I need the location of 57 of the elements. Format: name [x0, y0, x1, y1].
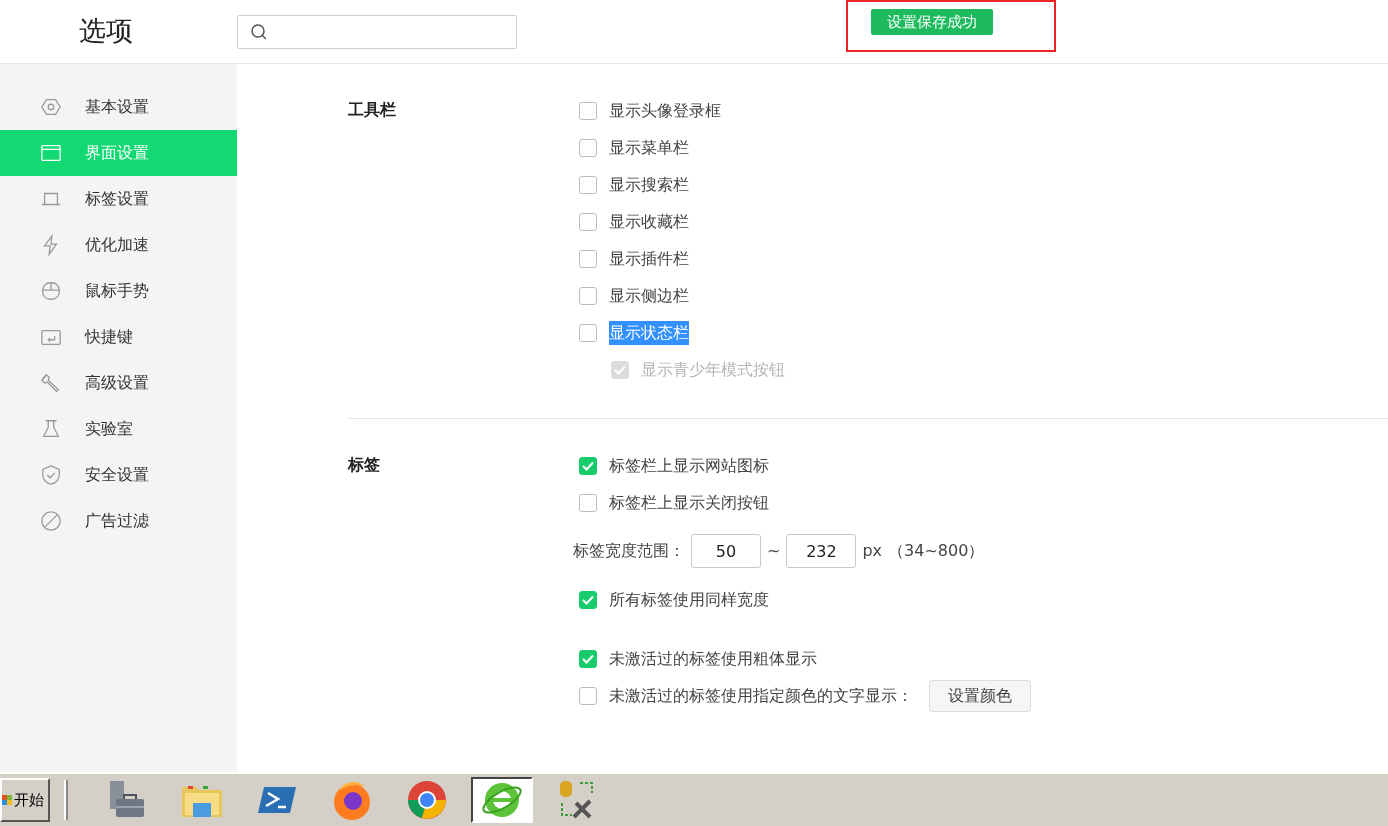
- hexagon-icon: [40, 96, 62, 118]
- sidebar-item[interactable]: 实验室: [0, 406, 237, 452]
- search-icon: [250, 22, 268, 41]
- mouse-icon: [40, 280, 62, 302]
- start-button[interactable]: 开始: [0, 778, 50, 822]
- option-label: 显示状态栏: [609, 320, 689, 345]
- shield-icon: [40, 464, 62, 486]
- sidebar-item[interactable]: 广告过滤: [0, 498, 237, 544]
- checkbox[interactable]: [579, 138, 597, 157]
- min-width-field[interactable]: 50: [691, 534, 761, 568]
- window-title: 选项: [79, 14, 134, 49]
- sidebar-item[interactable]: 标签设置: [0, 176, 237, 222]
- checkbox[interactable]: [579, 249, 597, 268]
- max-width-field[interactable]: 232: [786, 534, 857, 568]
- option-label: 所有标签使用同样宽度: [609, 588, 769, 611]
- sidebar-item[interactable]: 优化加速: [0, 222, 237, 268]
- unit-text: px: [862, 540, 883, 562]
- range-label: 标签宽度范围：: [573, 540, 685, 562]
- checkbox[interactable]: [579, 175, 597, 194]
- window-icon: [40, 142, 62, 164]
- option-label: 显示插件栏: [609, 247, 689, 270]
- option-label: 未激活过的标签使用指定颜色的文字显示：: [609, 684, 913, 707]
- checkbox[interactable]: [579, 323, 597, 342]
- sidebar-item[interactable]: 鼠标手势: [0, 268, 237, 314]
- checkbox[interactable]: [579, 286, 597, 305]
- option-label: 显示菜单栏: [609, 136, 689, 159]
- checkbox[interactable]: [579, 590, 597, 609]
- checkbox[interactable]: [579, 212, 597, 231]
- checkbox[interactable]: [579, 493, 597, 512]
- range-separator: ~: [767, 540, 781, 562]
- sidebar-item[interactable]: 基本设置: [0, 84, 237, 130]
- option-label: 标签栏上显示网站图标: [609, 454, 769, 477]
- option-label: 显示收藏栏: [609, 210, 689, 233]
- option-label: 未激活过的标签使用粗体显示: [609, 647, 817, 670]
- prohibited-icon: [40, 510, 62, 532]
- checkbox[interactable]: [579, 101, 597, 120]
- option-label: 显示搜索栏: [609, 173, 689, 196]
- sidebar-item[interactable]: 快捷键: [0, 314, 237, 360]
- checkbox[interactable]: [579, 686, 597, 705]
- save-success-toast: 设置保存成功: [871, 9, 993, 35]
- section-title: 工具栏: [348, 99, 397, 121]
- windows-flag-icon: [2, 793, 12, 807]
- search-field[interactable]: [237, 14, 517, 49]
- option-label: 显示青少年模式按钮: [641, 358, 785, 381]
- flask-icon: [40, 418, 62, 440]
- option-label: 显示侧边栏: [609, 284, 689, 307]
- set-color-button[interactable]: 设置颜色: [929, 679, 1031, 712]
- checkbox[interactable]: [579, 456, 597, 475]
- taskbar-app[interactable]: [471, 777, 533, 823]
- sidebar-item[interactable]: 安全设置: [0, 452, 237, 498]
- range-hint: （34~800）: [888, 540, 985, 562]
- sidebar-item[interactable]: 高级设置: [0, 360, 237, 406]
- option-label: 显示头像登录框: [609, 99, 721, 122]
- option-label: 标签栏上显示关闭按钮: [609, 491, 769, 514]
- section-title: 标签: [348, 454, 381, 476]
- wrench-icon: [40, 372, 62, 394]
- checkbox[interactable]: [579, 649, 597, 668]
